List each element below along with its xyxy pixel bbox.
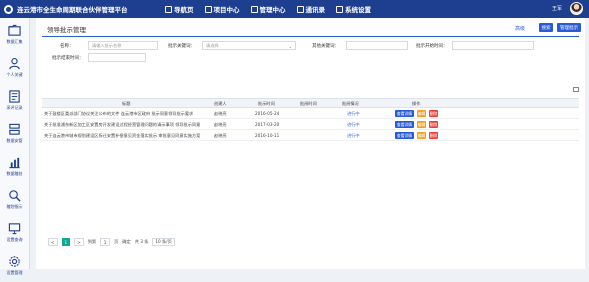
user-name: 王军 <box>551 6 562 12</box>
next-page-button[interactable]: > <box>74 238 84 246</box>
edit-button[interactable]: 编辑 <box>417 121 426 128</box>
name-input[interactable]: 请输入批示名称 <box>88 41 158 50</box>
start-time-input[interactable] <box>452 41 534 50</box>
page-size-select[interactable]: 10 条/页 <box>152 238 175 246</box>
confirm-page-button[interactable]: 确定 <box>122 239 130 245</box>
main-nav: 导航页 项目中心 管理中心 通讯录 系统设置 <box>165 0 371 18</box>
gear-icon <box>336 5 343 13</box>
nav-item-projects[interactable]: 项目中心 <box>204 4 240 14</box>
server-icon <box>9 123 20 135</box>
keyword-label: 其他关键词： <box>312 44 339 49</box>
prev-page-button[interactable]: < <box>48 238 58 246</box>
project-icon <box>204 5 212 13</box>
sidebar-item-query[interactable]: 设置查询 <box>0 216 29 249</box>
chart-icon <box>9 157 20 169</box>
edit-button[interactable]: 编辑 <box>417 110 426 117</box>
nav-item-management[interactable]: 管理中心 <box>250 4 286 14</box>
sidebar-item-data-collection[interactable]: 数据汇集 <box>0 18 29 51</box>
status-link[interactable]: 进行中 <box>347 111 360 117</box>
page-number-input[interactable]: 1 <box>100 238 111 246</box>
contacts-icon <box>296 5 304 13</box>
search-button[interactable]: 搜索 <box>539 23 553 32</box>
title-divider <box>42 36 579 37</box>
start-time-label: 批示开始时间： <box>416 44 448 49</box>
view-details-button[interactable]: 查看详情 <box>395 121 414 128</box>
page-unit-label: 页 <box>114 239 119 244</box>
user-icon <box>9 58 20 70</box>
search-user-icon <box>9 190 21 202</box>
nav-item-settings[interactable]: 系统设置 <box>336 4 371 14</box>
advanced-search-link[interactable]: 高级 <box>515 25 525 32</box>
flag-icon <box>250 5 258 13</box>
end-time-input[interactable] <box>88 53 146 62</box>
table-header: 标题 创建人 批示时间 批阅时间 批阅情况 操作 <box>42 98 579 108</box>
sidebar-item-instructions[interactable]: 稽划指示 <box>0 183 29 216</box>
main-panel: 领导批示管理 高级 搜索 管理批示 名称： 请输入批示名称 批示关键词： 请选择… <box>36 18 585 269</box>
settings-icon <box>9 256 20 267</box>
page-1-button[interactable]: 1 <box>61 238 71 246</box>
view-details-button[interactable]: 查看详情 <box>395 110 414 117</box>
filter-row-2: 批示结束时间： <box>36 53 585 63</box>
status-link[interactable]: 进行中 <box>347 133 360 139</box>
status-link[interactable]: 进行中 <box>347 122 360 128</box>
page-title: 领导批示管理 <box>47 26 86 34</box>
view-details-button[interactable]: 查看详情 <box>395 132 414 139</box>
end-time-label: 批示结束时间： <box>52 56 84 61</box>
table-row[interactable]: 关于鼓楼区委派部门协议关注公布的文件 连云港市区政府 批示同意领导批示要求 赵晓… <box>42 108 579 119</box>
chevron-down-icon: ⌄ <box>288 44 292 49</box>
column-settings-icon[interactable] <box>573 87 579 92</box>
nav-item-home[interactable]: 导航页 <box>165 4 194 14</box>
pagination: < 1 > 到第 1 页 确定 共 3 条 10 条/页 <box>48 237 175 247</box>
top-navigation-bar: 连云港市全生命周期联合伙伴管理平台 导航页 项目中心 管理中心 通讯录 系统设置… <box>0 0 589 18</box>
project-select[interactable]: 请选择 ⌄ <box>202 41 296 50</box>
total-count: 共 3 条 <box>134 239 149 244</box>
nav-item-contacts[interactable]: 通讯录 <box>296 4 325 14</box>
delete-button[interactable]: 删除 <box>429 132 438 139</box>
table-row[interactable]: 关于批准浦东新区加工区安置房开发建设过程经营管理问题的请示事项 领导批示同意 赵… <box>42 119 579 130</box>
keyword-input[interactable] <box>346 41 408 50</box>
sidebar-item-data-security[interactable]: 数据安管 <box>0 117 29 150</box>
home-icon <box>165 5 172 13</box>
filter-row-1: 名称： 请输入批示名称 批示关键词： 请选择 ⌄ 其他关键词： 批示开始时间： <box>36 41 585 51</box>
sidebar-item-records[interactable]: 采评记录 <box>0 84 29 117</box>
app-title: 连云港市全生命周期联合伙伴管理平台 <box>17 6 128 14</box>
sidebar: 数据汇集 个人关键 采评记录 数据安管 数据稽处 稽划指示 设置查询 设置管理 <box>0 18 30 275</box>
sidebar-item-management[interactable]: 设置管理 <box>0 249 29 282</box>
delete-button[interactable]: 删除 <box>429 110 438 117</box>
monitor-icon <box>8 223 21 235</box>
edit-button[interactable]: 编辑 <box>417 132 426 139</box>
name-label: 名称： <box>60 44 74 49</box>
avatar[interactable] <box>570 2 583 15</box>
project-label: 批示关键词： <box>168 44 195 49</box>
goto-label: 到第 <box>87 239 97 244</box>
document-icon <box>9 90 20 103</box>
app-logo-icon <box>4 4 13 14</box>
user-menu[interactable]: 王军 <box>552 2 583 15</box>
delete-button[interactable]: 删除 <box>429 121 438 128</box>
manage-instructions-button[interactable]: 管理批示 <box>557 23 581 32</box>
sidebar-item-data-analysis[interactable]: 数据稽处 <box>0 150 29 183</box>
sidebar-item-personal[interactable]: 个人关键 <box>0 51 29 84</box>
table-row[interactable]: 关于连云港市城市规划建设区拆迁安置补偿意见资金落实批示 审批意见同意实施方案 赵… <box>42 130 579 141</box>
folder-icon <box>8 24 21 36</box>
